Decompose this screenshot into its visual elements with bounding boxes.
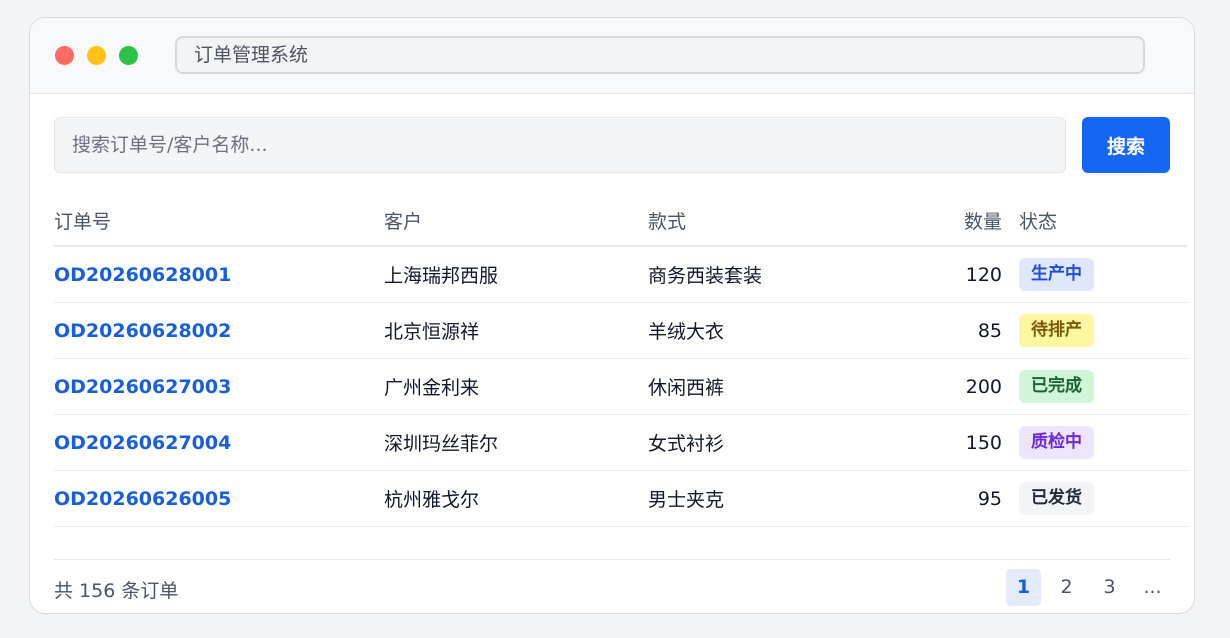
header-status[interactable]: 状态 [1002, 195, 1187, 247]
customer-cell: 上海瑞邦西服 [384, 246, 648, 303]
status-cell: 待排产 [1002, 302, 1187, 359]
table-row[interactable]: OD20260628002 北京恒源祥 羊绒大衣 85 待排产 [54, 302, 1187, 359]
style-cell: 羊绒大衣 [648, 302, 888, 359]
search-row: 搜索 [54, 117, 1170, 173]
table-row[interactable]: OD20260628001 上海瑞邦西服 商务西装套装 120 生产中 [54, 246, 1187, 303]
order-id-link[interactable]: OD20260628001 [54, 264, 231, 286]
status-badge: 生产中 [1019, 258, 1094, 291]
status-badge: 质检中 [1019, 426, 1094, 459]
table-footer: 共 156 条订单 1 2 3... [54, 559, 1170, 613]
customer-cell: 广州金利来 [384, 358, 648, 415]
order-id-cell: OD20260626005 [54, 470, 384, 527]
minimize-window-button[interactable] [87, 46, 106, 65]
style-cell: 女式衬衫 [648, 414, 888, 471]
window-title-bar-field[interactable]: 订单管理系统 [175, 36, 1145, 74]
order-id-link[interactable]: OD20260627004 [54, 432, 231, 454]
customer-cell: 北京恒源祥 [384, 302, 648, 359]
status-cell: 生产中 [1002, 246, 1187, 303]
order-id-cell: OD20260627004 [54, 414, 384, 471]
quantity-cell: 95 [888, 470, 1002, 527]
maximize-window-button[interactable] [119, 46, 138, 65]
quantity-cell: 150 [888, 414, 1002, 471]
style-cell: 男士夹克 [648, 470, 888, 527]
search-button[interactable]: 搜索 [1082, 117, 1170, 173]
order-id-cell: OD20260627003 [54, 358, 384, 415]
table-header-row: 订单号 客户 款式 数量 状态 [54, 195, 1187, 247]
order-id-cell: OD20260628002 [54, 302, 384, 359]
order-id-link[interactable]: OD20260627003 [54, 376, 231, 398]
quantity-cell: 85 [888, 302, 1002, 359]
status-cell: 已发货 [1002, 470, 1187, 527]
style-cell: 商务西装套装 [648, 246, 888, 303]
app-window: 订单管理系统 搜索 订单号 客户 款式 数量 状态 OD20260628001 上… [29, 17, 1195, 614]
quantity-cell: 200 [888, 358, 1002, 415]
header-customer[interactable]: 客户 [384, 195, 648, 247]
search-input[interactable] [54, 117, 1066, 173]
status-cell: 已完成 [1002, 358, 1187, 415]
status-cell: 质检中 [1002, 414, 1187, 471]
orders-table: 订单号 客户 款式 数量 状态 OD20260628001 上海瑞邦西服 商务西装套… [54, 195, 1187, 527]
table-row[interactable]: OD20260626005 杭州雅戈尔 男士夹克 95 已发货 [54, 470, 1187, 527]
style-cell: 休闲西裤 [648, 358, 888, 415]
status-badge: 已发货 [1019, 482, 1094, 515]
header-order[interactable]: 订单号 [54, 195, 384, 247]
header-style[interactable]: 款式 [648, 195, 888, 247]
page-button[interactable]: 1 [1006, 569, 1041, 606]
status-badge: 已完成 [1019, 370, 1094, 403]
close-window-button[interactable] [55, 46, 74, 65]
table-row[interactable]: OD20260627004 深圳玛丝菲尔 女式衬衫 150 质检中 [54, 414, 1187, 471]
main-content: 搜索 订单号 客户 款式 数量 状态 OD20260628001 上海瑞邦西服商务… [54, 117, 1187, 606]
title-bar: 订单管理系统 [30, 18, 1194, 94]
total-count-text: 共 156 条订单 [54, 580, 179, 602]
customer-cell: 杭州雅戈尔 [384, 470, 648, 527]
table-row[interactable]: OD20260627003 广州金利来 休闲西裤 200 已完成 [54, 358, 1187, 415]
quantity-cell: 120 [888, 246, 1002, 303]
page-ellipsis[interactable]: ... [1135, 569, 1170, 606]
status-badge: 待排产 [1019, 314, 1094, 347]
customer-cell: 深圳玛丝菲尔 [384, 414, 648, 471]
order-id-cell: OD20260628001 [54, 246, 384, 303]
header-quantity[interactable]: 数量 [888, 195, 1002, 247]
page-button[interactable]: 2 [1049, 569, 1084, 606]
order-id-link[interactable]: OD20260626005 [54, 488, 231, 510]
page-button[interactable]: 3 [1092, 569, 1127, 606]
order-id-link[interactable]: OD20260628002 [54, 320, 231, 342]
pagination: 1 2 3... [1006, 569, 1170, 606]
